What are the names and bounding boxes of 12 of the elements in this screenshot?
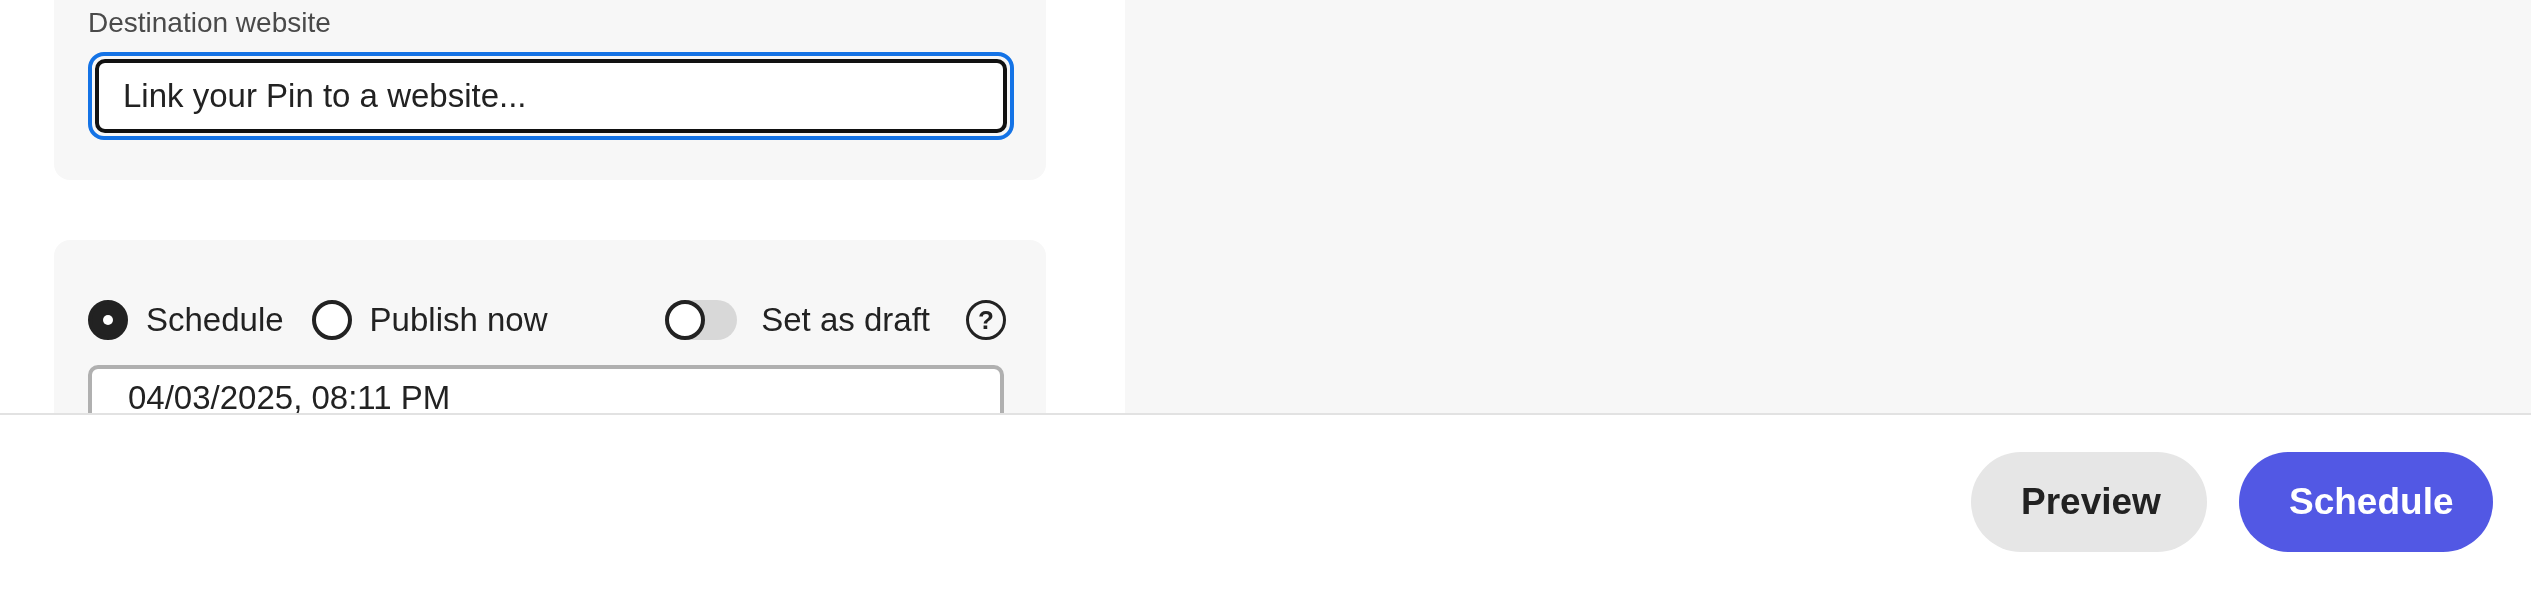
field-label: Destination website xyxy=(88,6,332,40)
radio-button[interactable] xyxy=(311,300,352,340)
website-field[interactable]: Link your Pin to a website... xyxy=(88,52,1014,140)
date-field[interactable]: 04/03/2025, 08:11 PM xyxy=(88,365,1004,413)
radio-button[interactable] xyxy=(88,300,128,340)
help-icon[interactable]: ? xyxy=(966,300,1006,340)
toggle-label[interactable]: Set as draft xyxy=(761,301,930,339)
radio-label[interactable]: Schedule xyxy=(146,301,284,339)
toggle-switch[interactable] xyxy=(665,300,738,340)
radio-label[interactable]: Publish now xyxy=(369,301,548,339)
preview-button[interactable]: Preview xyxy=(1971,452,2207,552)
schedule-button[interactable]: Schedule xyxy=(2239,452,2493,552)
